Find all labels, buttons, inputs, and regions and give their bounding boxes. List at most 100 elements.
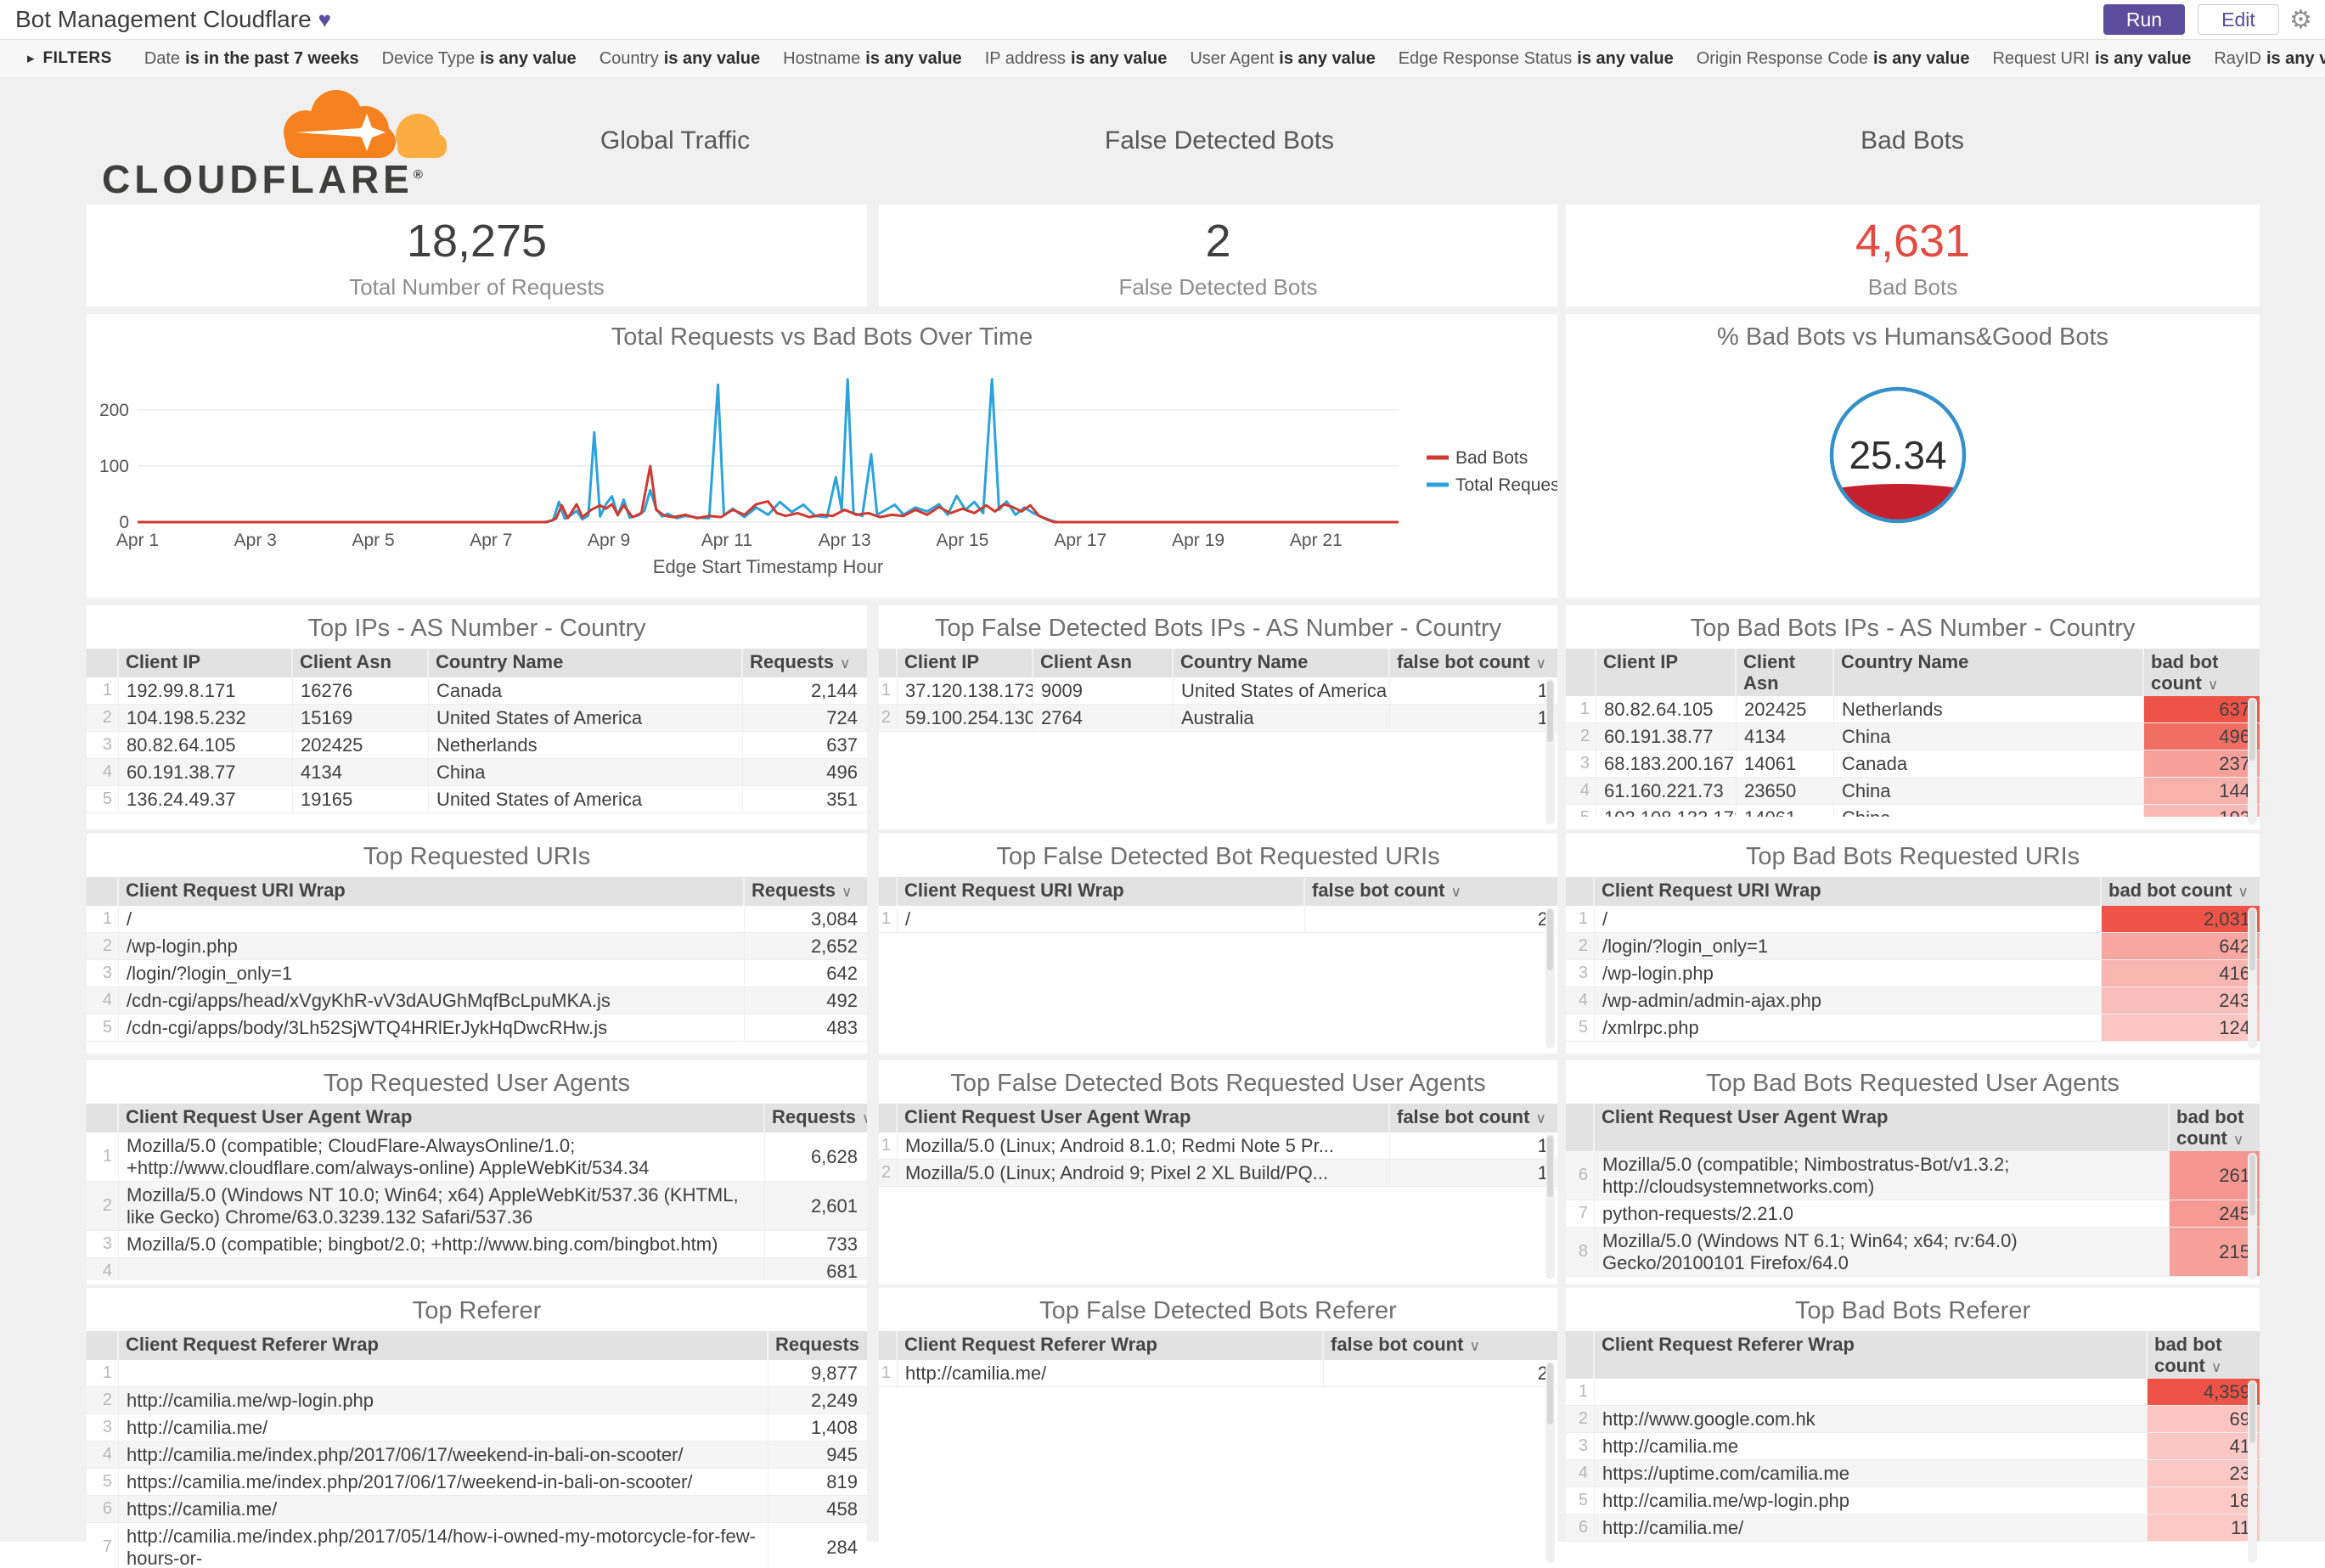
table-row[interactable]: 6 http://camilia.me/11 [1566,1515,2260,1542]
table-row[interactable]: 1 9,877 [87,1360,867,1387]
column-header-measure[interactable]: false bot count ∨ [1390,649,1557,677]
table-row[interactable]: 1/ 2 [879,906,1557,933]
column-header[interactable]: Country Name [429,649,743,677]
scrollbar-thumb[interactable] [2249,700,2255,761]
column-header-measure[interactable]: Requests∨ [768,1331,867,1360]
column-header[interactable]: Client Request Referer Wrap [119,1331,768,1360]
filter-item[interactable]: User Agent is any value [1190,49,1375,69]
table-row[interactable]: 2 http://camilia.me/wp-login.php 2,249 [87,1387,867,1414]
scrollbar-thumb[interactable] [1547,909,1553,970]
filter-item[interactable]: Origin Response Code is any value [1697,49,1970,69]
table-row[interactable]: 6 Mozilla/5.0 (compatible; Nimbostratus-B… [1566,1151,2260,1200]
column-header-measure[interactable]: Requests∨ [765,1104,867,1132]
column-header[interactable]: Client Request User Agent Wrap [898,1104,1390,1132]
filter-item[interactable]: IP address is any value [985,49,1168,69]
column-header[interactable]: Client Request Referer Wrap [1595,1331,2148,1379]
table-row[interactable]: 6 https://camilia.me/458 [87,1496,867,1523]
filter-item[interactable]: RayIDis any value [2214,49,2325,69]
table-row[interactable]: 1/2,031 [1566,906,2260,933]
column-header[interactable]: Client Request User Agent Wrap [119,1104,765,1132]
table-row[interactable]: 2 60.191.38.77 4134 China 496 [1566,723,2260,750]
table-row[interactable]: 3 80.82.64.105 202425 Netherlands 637 [87,732,867,759]
column-header-measure[interactable]: bad bot count ∨ [2148,1331,2260,1379]
table-row[interactable]: 2 59.100.254.130 2764 Australia 1 [879,705,1557,732]
filter-item[interactable]: Device Type is any value [382,49,577,69]
table-row[interactable]: 2/wp-login.php 2,652 [87,933,867,960]
column-header[interactable]: Client IP [1596,649,1737,696]
table-row[interactable]: 7 http://camilia.me/index.php/2017/05/14/… [87,1523,867,1568]
filter-item[interactable]: Hostname is any value [783,49,962,69]
column-header[interactable]: Country Name [1834,649,2144,696]
table-scrollbar[interactable] [1545,908,1555,1048]
column-header-measure[interactable]: bad bot count ∨ [2144,649,2260,696]
filter-item[interactable]: Edge Response Status is any value [1399,49,1674,69]
filter-item[interactable]: Country is any value [600,49,760,69]
table-scrollbar[interactable] [2248,698,2257,824]
column-header-measure[interactable]: Requests∨ [743,649,867,677]
edit-button[interactable]: Edit [2198,4,2279,35]
table-row[interactable]: 4/wp-admin/admin-ajax.php 243 [1566,987,2260,1014]
table-row[interactable]: 7 python-requests/2.21.0 245 [1566,1200,2260,1228]
column-header[interactable]: Client Request Referer Wrap [898,1331,1324,1360]
table-row[interactable]: 2/login/?login_only=1 642 [1566,933,2260,960]
table-row[interactable]: 1 37.120.138.173 9009 United States of Amer… [879,677,1557,705]
column-header-measure[interactable]: bad bot count ∨ [2102,877,2260,906]
table-row[interactable]: 4 http://camilia.me/index.php/2017/06/17/… [87,1442,867,1469]
table-row[interactable]: 5 136.24.49.37 19165 United States of Ameri… [87,786,867,813]
table-row[interactable]: 4/cdn-cgi/apps/head/xVgyKhR-vV3dAUGhMqfB… [87,987,867,1014]
gear-icon[interactable]: ⚙ [2289,5,2312,35]
scrollbar-thumb[interactable] [2249,909,2255,970]
scrollbar-thumb[interactable] [1547,681,1553,742]
table-scrollbar[interactable] [2248,1153,2257,1279]
column-header-measure[interactable]: false bot count ∨ [1390,1104,1557,1132]
column-header[interactable]: Client Request URI Wrap [898,877,1305,906]
table-scrollbar[interactable] [1545,679,1555,824]
table-row[interactable]: 5103.108.133.17314061China103 [1566,805,2260,817]
column-header[interactable]: Client Asn [1033,649,1174,677]
table-scrollbar[interactable] [2248,908,2257,1048]
table-row[interactable]: 2 http://www.google.com.hk 69 [1566,1406,2260,1433]
table-row[interactable]: 8 Mozilla/5.0 (Windows NT 6.1; Win64; x64… [1566,1228,2260,1277]
scrollbar-thumb[interactable] [1547,1136,1553,1197]
timeseries-chart[interactable]: 0 100 200 Apr 1 Apr 3 Apr 5 Apr 7 Apr 9 Apr 11 Ap… [87,357,1557,598]
table-scrollbar[interactable] [1545,1134,1555,1279]
column-header-measure[interactable]: false bot count ∨ [1305,877,1557,906]
table-row[interactable]: 1 80.82.64.105 202425 Netherlands 637 [1566,696,2260,723]
table-row[interactable]: 5/cdn-cgi/apps/body/3Lh52SjWTQ4HRlErJykH… [87,1014,867,1042]
table-row[interactable]: 2 Mozilla/5.0 (Linux; Android 9; Pixel 2 … [879,1160,1557,1187]
table-row[interactable]: 1 4,359 [1566,1379,2260,1406]
filter-item[interactable]: Date is in the past 7 weeks [144,49,359,69]
table-row[interactable]: 3 Mozilla/5.0 (compatible; bingbot/2.0; +… [87,1231,867,1258]
table-row[interactable]: 1/ 3,084 [87,906,867,933]
table-scrollbar[interactable] [1545,1362,1555,1563]
column-header-measure[interactable]: false bot count ∨ [1324,1331,1557,1360]
column-header[interactable]: Client Asn [293,649,429,677]
table-row[interactable]: 2 Mozilla/5.0 (Windows NT 10.0; Win64; x6… [87,1182,867,1231]
table-row[interactable]: 3/login/?login_only=1 642 [87,960,867,987]
column-header[interactable]: Client Request URI Wrap [1595,877,2102,906]
table-row[interactable]: 3 http://camilia.me 41 [1566,1433,2260,1460]
column-header-measure[interactable]: bad bot count ∨ [2170,1104,2260,1151]
table-row[interactable]: 5 https://camilia.me/index.php/2017/06/17… [87,1469,867,1496]
table-scrollbar[interactable] [2248,1380,2257,1563]
table-row[interactable]: 3/wp-login.php 416 [1566,960,2260,987]
table-row[interactable]: 4 60.191.38.77 4134 China 496 [87,759,867,786]
scrollbar-thumb[interactable] [2249,1382,2255,1443]
gauge-chart[interactable]: 25.34 [1566,357,2260,598]
column-header-measure[interactable]: Requests∨ [745,877,867,906]
column-header[interactable]: Client IP [898,649,1033,677]
scrollbar-thumb[interactable] [1547,1363,1553,1425]
table-row[interactable]: 1 Mozilla/5.0 (compatible; CloudFlare-Alw… [87,1132,867,1182]
table-row[interactable]: 4 681 [87,1258,867,1280]
table-row[interactable]: 1 192.99.8.171 16276 Canada 2,144 [87,677,867,705]
table-row[interactable]: 4 https://uptime.com/camilia.me 23 [1566,1460,2260,1487]
table-row[interactable]: 5/xmlrpc.php 124 [1566,1014,2260,1042]
filters-caret-icon[interactable]: ▸ [27,50,35,67]
table-row[interactable]: 3 68.183.200.167 14061 Canada 237 [1566,750,2260,778]
table-row[interactable]: 1 http://camilia.me/2 [879,1360,1557,1387]
column-header[interactable]: Client Request User Agent Wrap [1595,1104,2170,1151]
scrollbar-thumb[interactable] [2249,1155,2255,1216]
column-header[interactable]: Client Request URI Wrap [119,877,745,906]
filters-label[interactable]: FILTERS [43,49,112,68]
column-header[interactable]: Country Name [1174,649,1390,677]
